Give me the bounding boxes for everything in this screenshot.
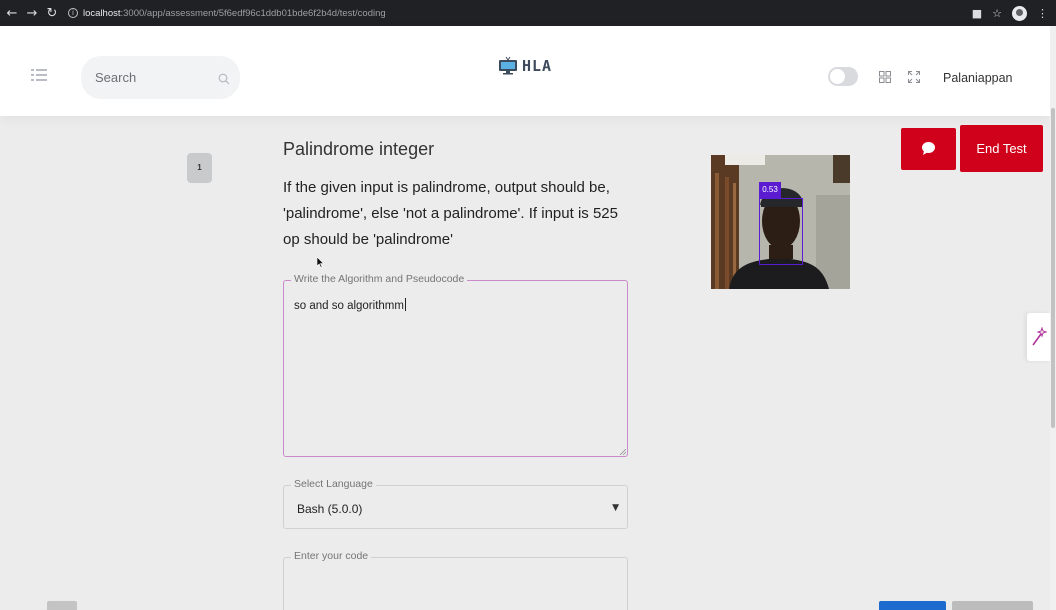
browser-menu-icon[interactable]: ⋮ <box>1037 7 1048 20</box>
webcam-preview: 0.53 <box>711 155 850 289</box>
chevron-down-icon: ▼ <box>612 503 619 513</box>
back-arrow-icon[interactable]: ← <box>2 6 22 21</box>
search-icon <box>218 73 230 85</box>
address-bar[interactable]: i localhost:3000/app/assessment/5f6edf96… <box>68 3 386 23</box>
algorithm-value: so and so algorithmm <box>294 300 404 312</box>
bookmark-star-icon[interactable]: ☆ <box>992 7 1002 20</box>
algorithm-legend: Write the Algorithm and Pseudocode <box>291 273 468 285</box>
question-description: If the given input is palindrome, output… <box>283 179 618 248</box>
logo[interactable]: HLA <box>498 56 552 76</box>
code-editor[interactable]: Enter your code <box>283 550 628 610</box>
question-number-badge[interactable]: 1 <box>187 153 212 183</box>
forward-arrow-icon[interactable]: → <box>22 6 42 21</box>
submit-button[interactable] <box>879 601 946 610</box>
face-confidence-label: 0.53 <box>759 182 781 198</box>
menu-list-icon[interactable] <box>31 69 47 81</box>
algorithm-textarea[interactable]: Write the Algorithm and Pseudocode so an… <box>283 273 628 457</box>
page-scrollbar[interactable] <box>1050 26 1056 610</box>
language-select[interactable]: Select Language Bash (5.0.0) ▼ <box>283 478 628 529</box>
info-icon[interactable]: i <box>68 8 78 18</box>
customizer-tab[interactable] <box>1027 313 1050 361</box>
end-test-button[interactable]: End Test <box>960 125 1043 172</box>
text-caret <box>404 298 406 311</box>
theme-toggle[interactable] <box>828 67 858 86</box>
question-title: Palindrome integer <box>283 139 435 159</box>
resize-grip-icon[interactable] <box>620 449 626 455</box>
search-input[interactable]: Search <box>81 56 240 99</box>
magic-wand-icon <box>1032 327 1047 346</box>
browser-toolbar: ← → ↻ i localhost:3000/app/assessment/5f… <box>0 0 1056 26</box>
user-name[interactable]: Palaniappan <box>943 71 1013 85</box>
apps-grid-icon[interactable] <box>879 71 891 83</box>
monitor-logo-icon <box>499 56 517 75</box>
fullscreen-icon[interactable] <box>908 71 920 83</box>
mouse-pointer-icon <box>317 257 325 268</box>
app-header: Search HLA Palaniappan <box>0 26 1050 116</box>
algorithm-text: so and so algorithmm <box>294 298 406 312</box>
language-legend: Select Language <box>291 478 376 490</box>
reload-icon[interactable]: ↻ <box>42 6 62 21</box>
url-path: :3000/app/assessment/5f6edf96c1ddb01bde6… <box>120 7 386 19</box>
logo-text: HLA <box>522 57 553 75</box>
chat-bubble-icon <box>922 142 935 155</box>
url-host: localhost <box>83 7 121 19</box>
code-legend: Enter your code <box>291 550 372 562</box>
face-detection-box <box>759 198 803 265</box>
profile-avatar-icon[interactable] <box>1012 5 1027 21</box>
previous-button[interactable] <box>47 601 77 610</box>
language-selected-value: Bash (5.0.0) <box>297 502 363 516</box>
search-placeholder: Search <box>95 70 137 85</box>
scrollbar-thumb[interactable] <box>1051 108 1055 428</box>
next-button[interactable] <box>952 601 1033 610</box>
chat-button[interactable] <box>901 128 956 170</box>
extension-icon[interactable]: ■ <box>972 7 982 20</box>
